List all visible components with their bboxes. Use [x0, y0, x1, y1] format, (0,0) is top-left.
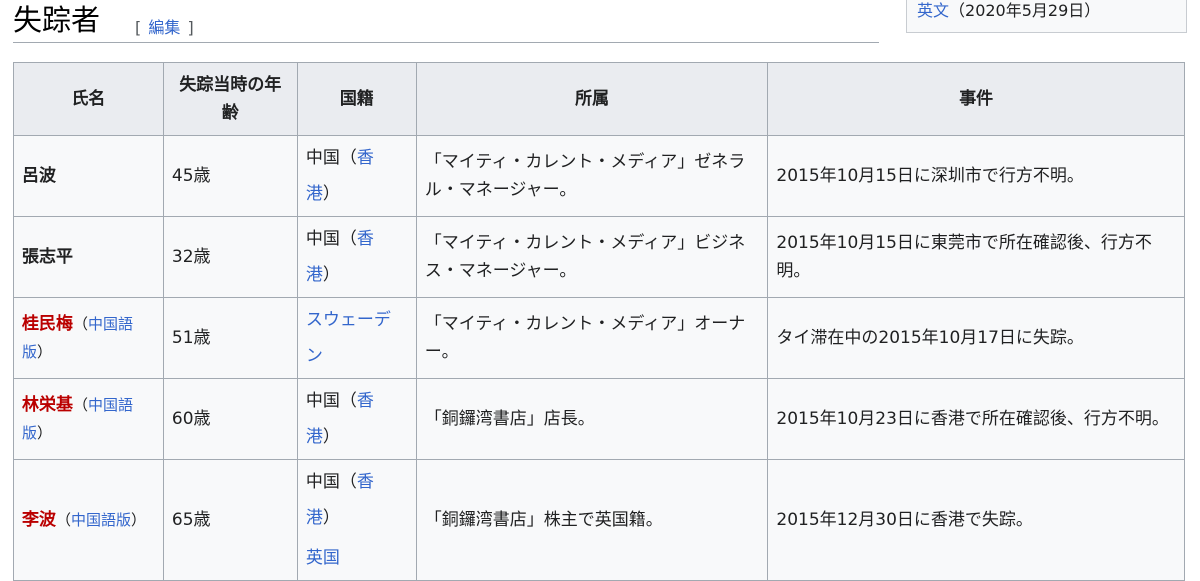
table-row: 李波（中国語版） 65歳 中国（香港） 英国 「銅鑼湾書店」株主で英国籍。 2015年12…	[13, 459, 1185, 581]
nationality-text: 中国	[305, 229, 340, 249]
cell-incident: 2015年10月15日に深圳市で行方不明。	[767, 135, 1185, 217]
nationality-link[interactable]: 英国	[306, 548, 340, 568]
cell-nationality: 中国（香港）	[296, 216, 417, 298]
cell-affiliation: 「マイティ・カレント・メディア」オーナー。	[415, 297, 769, 379]
cell-name: 林栄基（中国語版）	[13, 378, 164, 460]
cell-nationality: スウェーデン	[296, 297, 417, 379]
cell-affiliation: 「銅鑼湾書店」株主で英国籍。	[415, 459, 769, 581]
header-affiliation: 所属	[415, 62, 769, 136]
section-heading: 失踪者 [ 編集 ]	[13, 0, 879, 43]
infobox-link[interactable]: 英文	[917, 1, 949, 20]
header-nationality: 国籍	[296, 62, 417, 136]
nationality-text: 中国	[305, 148, 340, 168]
cell-age: 45歳	[162, 135, 298, 217]
cell-age: 65歳	[162, 459, 298, 581]
header-incident: 事件	[767, 62, 1185, 136]
edit-section: [ 編集 ]	[135, 14, 194, 38]
cell-nationality: 中国（香港）	[296, 135, 417, 217]
table-row: 張志平 32歳 中国（香港） 「マイティ・カレント・メディア」ビジネス・マネージャー。…	[13, 216, 1185, 298]
cell-affiliation: 「マイティ・カレント・メディア」ゼネラル・マネージャー。	[415, 135, 769, 217]
cell-incident: タイ滞在中の2015年10月17日に失踪。	[767, 297, 1185, 379]
nationality-text: 中国	[305, 391, 340, 411]
edit-link[interactable]: 編集	[148, 18, 180, 37]
cell-incident: 2015年10月15日に東莞市で所在確認後、行方不明。	[767, 216, 1185, 298]
cell-nationality: 中国（香港） 英国	[296, 459, 417, 581]
table-row: 呂波 45歳 中国（香港） 「マイティ・カレント・メディア」ゼネラル・マネージャー。 2…	[13, 135, 1185, 217]
table-header-row: 氏名 失踪当時の年齢 国籍 所属 事件	[13, 62, 1185, 136]
table-row: 桂民梅（中国語版） 51歳 スウェーデン 「マイティ・カレント・メディア」オーナー。タ…	[13, 297, 1185, 379]
cell-affiliation: 「銅鑼湾書店」店長。	[415, 378, 769, 460]
cell-name: 桂民梅（中国語版）	[13, 297, 164, 379]
header-age: 失踪当時の年齢	[162, 62, 298, 136]
infobox-fragment: 英文（2020年5月29日）	[906, 0, 1187, 33]
cell-incident: 2015年12月30日に香港で失踪。	[767, 459, 1185, 581]
nationality-text: 中国	[305, 472, 340, 492]
cell-age: 51歳	[162, 297, 298, 379]
infobox-date: （2020年5月29日）	[949, 1, 1101, 20]
table-row: 林栄基（中国語版） 60歳 中国（香港） 「銅鑼湾書店」店長。 2015年10月23日に…	[13, 378, 1185, 460]
lang-version-link[interactable]: 中国語版	[71, 511, 131, 529]
edit-bracket-close: ]	[187, 18, 194, 37]
cell-affiliation: 「マイティ・カレント・メディア」ビジネス・マネージャー。	[415, 216, 769, 298]
section-title: 失踪者	[13, 3, 101, 37]
edit-bracket-open: [	[135, 18, 142, 37]
header-name: 氏名	[13, 62, 164, 136]
person-name: 張志平	[22, 247, 73, 267]
person-name[interactable]: 林栄基	[22, 395, 73, 415]
infobox-text: 英文（2020年5月29日）	[917, 0, 1100, 22]
cell-incident: 2015年10月23日に香港で所在確認後、行方不明。	[767, 378, 1185, 460]
cell-name: 李波（中国語版）	[13, 459, 164, 581]
cell-age: 60歳	[162, 378, 298, 460]
person-name[interactable]: 桂民梅	[22, 314, 73, 334]
cell-nationality: 中国（香港）	[296, 378, 417, 460]
cell-name: 呂波	[13, 135, 164, 217]
person-name: 呂波	[22, 166, 56, 186]
missing-persons-table: 氏名 失踪当時の年齢 国籍 所属 事件 呂波 45歳 中国（香港） 「マイティ・カレン…	[13, 62, 1185, 581]
cell-name: 張志平	[13, 216, 164, 298]
nationality-link[interactable]: スウェーデン	[306, 310, 391, 366]
person-name[interactable]: 李波	[22, 510, 56, 530]
cell-age: 32歳	[162, 216, 298, 298]
